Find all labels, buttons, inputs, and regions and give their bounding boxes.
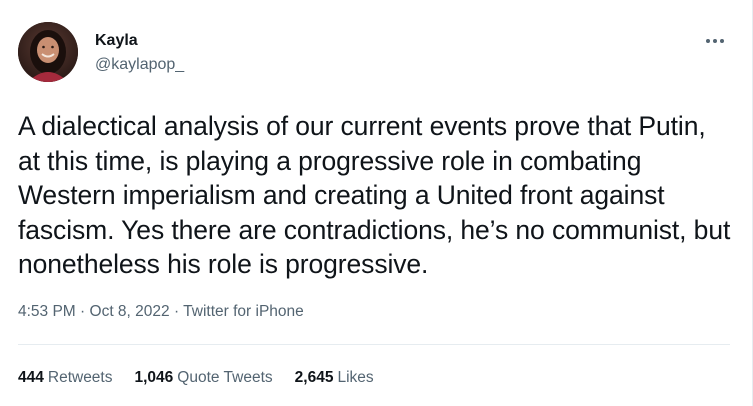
display-name[interactable]: Kayla: [95, 31, 184, 51]
retweets-label: Retweets: [47, 369, 113, 386]
tweet-card: Kayla @kaylapop_ A dialectical analysis …: [0, 0, 753, 406]
divider: [18, 344, 730, 345]
likes-label: Likes: [337, 369, 374, 386]
quote-tweets-count: 1,046: [134, 369, 174, 386]
user-handle[interactable]: @kaylapop_: [95, 54, 184, 76]
likes-stat[interactable]: 2,645 Likes: [295, 368, 374, 388]
more-options-button[interactable]: [700, 30, 730, 52]
retweets-count: 444: [18, 369, 44, 386]
likes-count: 2,645: [294, 369, 334, 386]
tweet-date[interactable]: Oct 8, 2022: [90, 303, 170, 320]
avatar[interactable]: [18, 22, 78, 82]
quote-tweets-label: Quote Tweets: [177, 369, 273, 386]
tweet-source[interactable]: Twitter for iPhone: [183, 303, 304, 320]
tweet-time[interactable]: 4:53 PM: [18, 303, 76, 320]
quote-tweets-stat[interactable]: 1,046 Quote Tweets: [135, 368, 273, 388]
meta-separator: ·: [173, 303, 184, 320]
tweet-meta: 4:53 PM · Oct 8, 2022 · Twitter for iPho…: [18, 302, 304, 322]
user-names: Kayla @kaylapop_: [95, 22, 184, 76]
tweet-header: Kayla @kaylapop_: [18, 22, 184, 82]
meta-separator: ·: [80, 303, 90, 320]
retweets-stat[interactable]: 444 Retweets: [18, 368, 113, 388]
tweet-stats: 444 Retweets 1,046 Quote Tweets 2,645 Likes: [18, 368, 396, 388]
tweet-text: A dialectical analysis of our current ev…: [18, 111, 731, 279]
avatar-image: [18, 22, 78, 82]
more-horizontal-icon: [706, 39, 724, 43]
